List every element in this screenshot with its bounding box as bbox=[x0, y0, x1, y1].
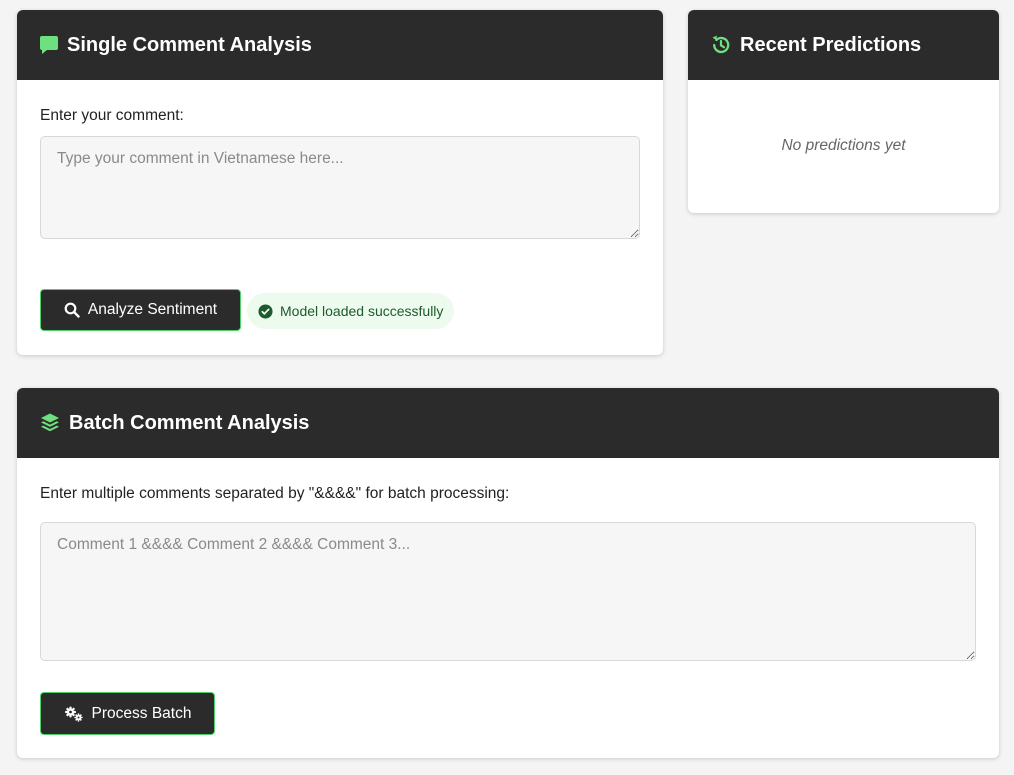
analyze-sentiment-button[interactable]: Analyze Sentiment bbox=[40, 289, 241, 331]
comment-input-label: Enter your comment: bbox=[40, 107, 184, 124]
process-batch-button[interactable]: Process Batch bbox=[40, 692, 215, 735]
recent-predictions-header: Recent Predictions bbox=[688, 10, 999, 80]
single-comment-header: Single Comment Analysis bbox=[17, 10, 663, 80]
history-icon bbox=[710, 34, 732, 56]
layers-icon bbox=[39, 412, 61, 434]
batch-input[interactable] bbox=[40, 522, 976, 661]
status-text: Model loaded successfully bbox=[280, 303, 444, 319]
comment-input[interactable] bbox=[40, 136, 640, 239]
cogs-icon bbox=[64, 706, 84, 722]
analyze-sentiment-label: Analyze Sentiment bbox=[87, 301, 218, 318]
single-comment-title: Single Comment Analysis bbox=[67, 33, 312, 56]
process-batch-label: Process Batch bbox=[91, 704, 192, 722]
comment-icon bbox=[39, 35, 59, 55]
batch-comment-header: Batch Comment Analysis bbox=[17, 388, 999, 458]
single-comment-card: Single Comment Analysis Enter your comme… bbox=[17, 10, 663, 355]
recent-predictions-title: Recent Predictions bbox=[740, 33, 922, 56]
recent-predictions-card: Recent Predictions No predictions yet bbox=[688, 10, 999, 213]
batch-comment-card: Batch Comment Analysis Enter multiple co… bbox=[17, 388, 999, 758]
status-badge: Model loaded successfully bbox=[247, 293, 455, 329]
search-icon bbox=[64, 302, 80, 318]
batch-comment-title: Batch Comment Analysis bbox=[69, 411, 310, 434]
batch-input-label: Enter multiple comments separated by "&&… bbox=[40, 485, 510, 502]
check-circle-icon bbox=[258, 303, 273, 319]
empty-predictions-message: No predictions yet bbox=[781, 137, 906, 154]
